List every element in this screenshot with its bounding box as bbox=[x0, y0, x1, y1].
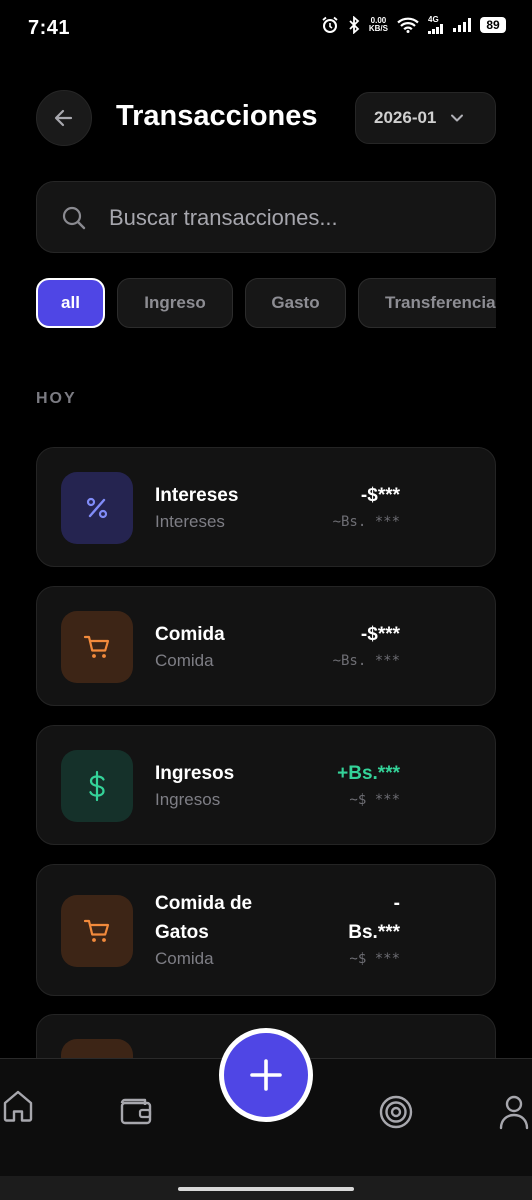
section-label-today: HOY bbox=[36, 390, 77, 407]
status-time: 7:41 bbox=[28, 17, 71, 39]
arrow-left-icon bbox=[54, 109, 73, 127]
page-title: Transacciones bbox=[116, 100, 318, 132]
wifi-icon bbox=[397, 17, 419, 33]
filter-chip-all[interactable]: all bbox=[36, 278, 105, 328]
transaction-icon bbox=[61, 611, 133, 683]
target-icon bbox=[379, 1095, 413, 1129]
search-icon bbox=[62, 206, 86, 230]
status-bar: 7:41 0.00 KB/S 4G 89 bbox=[0, 0, 532, 58]
home-icon bbox=[3, 1090, 33, 1122]
add-transaction-button[interactable] bbox=[219, 1028, 313, 1122]
transaction-category: Intereses bbox=[155, 512, 225, 531]
filter-chip-ingreso[interactable]: Ingreso bbox=[117, 278, 233, 328]
transaction-card[interactable]: Comida Comida -$*** ~Bs. *** bbox=[36, 586, 496, 706]
home-indicator[interactable] bbox=[178, 1187, 354, 1191]
system-navigation-bar bbox=[0, 1176, 532, 1200]
transaction-icon bbox=[61, 472, 133, 544]
transaction-converted-amount: ~$ *** bbox=[349, 792, 400, 808]
transaction-title: Ingresos bbox=[155, 763, 235, 784]
signal-icon bbox=[453, 18, 471, 32]
transaction-title: Intereses bbox=[155, 485, 239, 506]
transaction-converted-amount: ~Bs. *** bbox=[332, 653, 400, 669]
battery-indicator: 89 bbox=[480, 17, 506, 33]
transaction-amount: - Bs.*** bbox=[348, 893, 400, 943]
nav-wallet[interactable] bbox=[118, 1094, 154, 1131]
cart-icon bbox=[83, 635, 110, 658]
transaction-icon bbox=[61, 750, 133, 822]
transaction-amount: +Bs.*** bbox=[337, 763, 400, 784]
nav-profile[interactable] bbox=[498, 1094, 530, 1135]
back-button[interactable] bbox=[36, 90, 92, 146]
plus-icon bbox=[250, 1059, 282, 1091]
network-type: 4G bbox=[428, 15, 439, 24]
nav-goals[interactable] bbox=[378, 1094, 414, 1135]
bluetooth-icon bbox=[349, 16, 360, 34]
transaction-converted-amount: ~Bs. *** bbox=[332, 514, 400, 530]
percent-icon bbox=[86, 497, 108, 519]
transaction-category: Comida bbox=[155, 651, 214, 670]
month-selector[interactable]: 2026-01 bbox=[355, 92, 496, 144]
transaction-amount: -$*** bbox=[360, 485, 400, 506]
transaction-converted-amount: ~$ *** bbox=[349, 951, 400, 967]
alarm-icon bbox=[322, 16, 338, 33]
transaction-title: Comida bbox=[155, 624, 225, 645]
nav-home[interactable] bbox=[2, 1089, 34, 1128]
transaction-amount: -$*** bbox=[360, 624, 400, 645]
filter-chip-transferencia[interactable]: Transferencia bbox=[358, 278, 496, 328]
search-bar bbox=[36, 181, 496, 254]
status-icons: 0.00 KB/S 4G 89 bbox=[321, 16, 506, 34]
cart-icon bbox=[83, 919, 110, 942]
chevron-down-icon bbox=[451, 114, 464, 122]
profile-icon bbox=[499, 1095, 529, 1130]
transaction-icon bbox=[61, 895, 133, 967]
search-input[interactable] bbox=[107, 182, 481, 254]
dollar-icon bbox=[89, 770, 105, 802]
transaction-card[interactable]: Comida de Gatos Comida - Bs.*** ~$ *** bbox=[36, 864, 496, 996]
month-value: 2026-01 bbox=[374, 108, 437, 127]
transaction-category: Comida bbox=[155, 949, 214, 968]
transaction-card[interactable]: Intereses Intereses -$*** ~Bs. *** bbox=[36, 447, 496, 567]
filter-chips: all Ingreso Gasto Transferencia bbox=[36, 278, 496, 328]
wallet-icon bbox=[120, 1098, 152, 1125]
net-speed: 0.00 KB/S bbox=[368, 16, 388, 33]
mobile-signal-icon: 4G bbox=[428, 16, 444, 34]
filter-chip-gasto[interactable]: Gasto bbox=[245, 278, 346, 328]
transaction-category: Ingresos bbox=[155, 790, 221, 809]
header: Transacciones 2026-01 bbox=[0, 90, 532, 146]
transaction-title: Comida de Gatos bbox=[155, 893, 253, 943]
transaction-card[interactable]: Ingresos Ingresos +Bs.*** ~$ *** bbox=[36, 725, 496, 845]
